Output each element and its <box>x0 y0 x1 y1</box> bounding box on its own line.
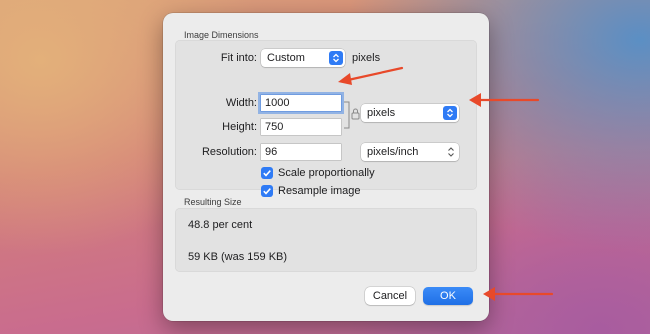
arrow-to-ok-icon <box>483 287 554 301</box>
annotation-arrows <box>338 66 554 301</box>
arrow-to-unit-icon <box>469 93 540 107</box>
arrow-to-width-icon <box>338 66 404 85</box>
